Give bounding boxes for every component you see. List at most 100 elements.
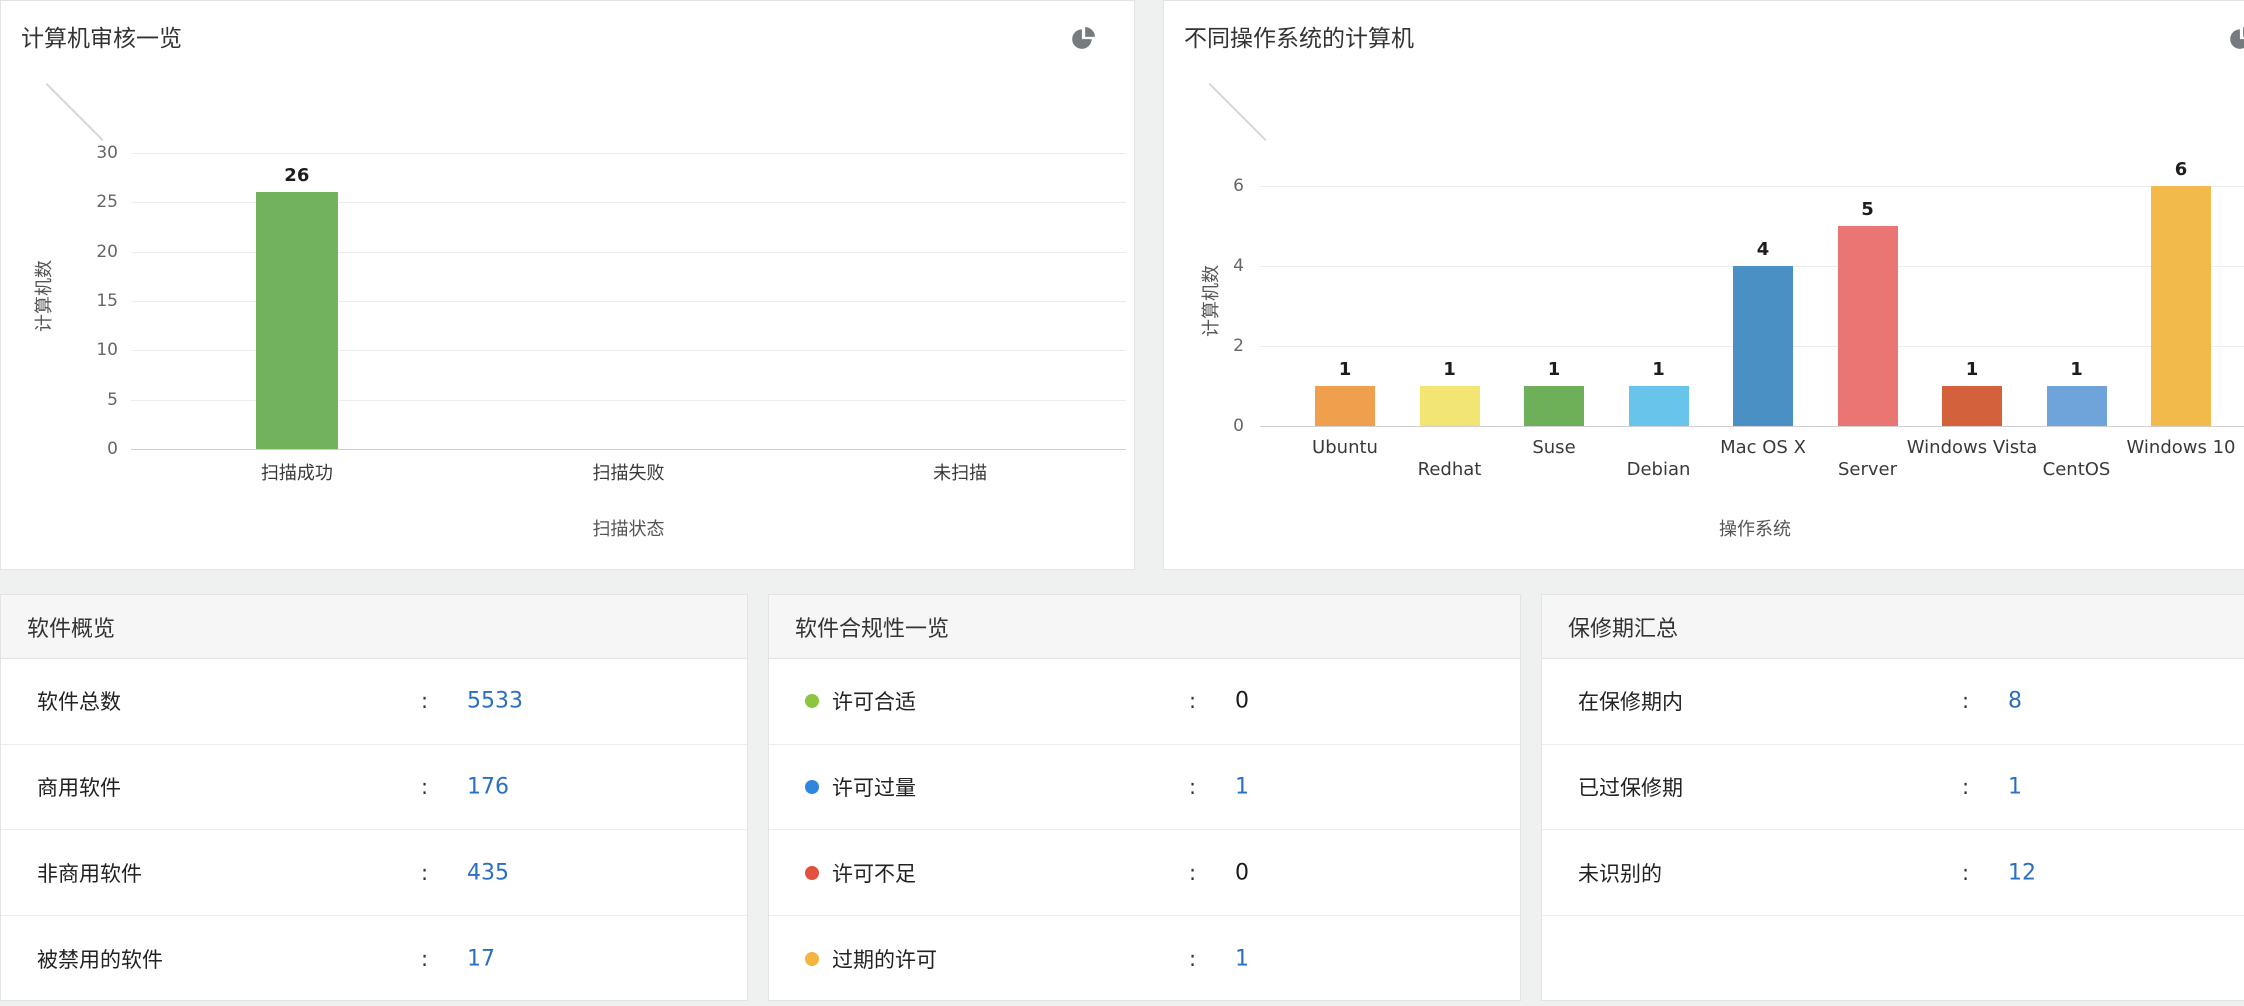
row-label: 许可过量 xyxy=(805,772,916,802)
bar-value-label: 6 xyxy=(2175,159,2188,180)
summary-rows: 在保修期内:8已过保修期:1未识别的:12 xyxy=(1542,659,2244,916)
category-label: 未扫描 xyxy=(933,459,987,485)
summary-row: 在保修期内:8 xyxy=(1542,659,2244,745)
bar-value-label: 1 xyxy=(1548,359,1561,380)
row-value: 0 xyxy=(1235,689,1249,714)
chart-bar[interactable] xyxy=(2047,386,2107,426)
colon-separator: : xyxy=(1962,689,1969,713)
status-dot-icon xyxy=(805,952,819,966)
y-tick-label: 25 xyxy=(48,191,118,213)
y-tick-label: 10 xyxy=(48,339,118,361)
summary-row: 许可合适: 0 xyxy=(769,659,1520,745)
y-tick-label: 15 xyxy=(48,290,118,312)
row-label: 已过保修期 xyxy=(1578,772,1683,802)
summary-row: 软件总数:5533 xyxy=(1,659,747,745)
category-label: 扫描失败 xyxy=(593,459,665,485)
summary-row: 被禁用的软件:17 xyxy=(1,916,747,1002)
row-value-link[interactable]: 176 xyxy=(467,775,509,800)
panel-title: 保修期汇总 xyxy=(1568,611,1678,643)
chart-bar[interactable] xyxy=(1524,386,1584,426)
row-label-text: 许可不足 xyxy=(832,858,916,888)
row-value-link[interactable]: 8 xyxy=(2008,689,2022,714)
row-label-text: 许可过量 xyxy=(832,772,916,802)
summary-row: 许可过量:1 xyxy=(769,745,1520,831)
summary-rows: 许可合适: 0 许可过量:1 许可不足: 0 过期的许可:1 xyxy=(769,659,1520,1002)
chart-bar[interactable] xyxy=(256,192,338,449)
chart-bar[interactable] xyxy=(1733,266,1793,426)
category-label: Redhat xyxy=(1418,459,1482,480)
chart-bar[interactable] xyxy=(1315,386,1375,426)
category-label: Mac OS X xyxy=(1720,437,1806,458)
y-tick-label: 0 xyxy=(48,438,118,460)
row-label: 许可合适 xyxy=(805,686,916,716)
chart-bar[interactable] xyxy=(2151,186,2211,426)
category-label: 扫描成功 xyxy=(261,459,333,485)
row-label: 未识别的 xyxy=(1578,858,1662,888)
widget-computer-audit: 计算机审核一览 051015202530计算机数扫描状态26扫描成功扫描失败未扫… xyxy=(0,0,1135,570)
row-label: 过期的许可 xyxy=(805,944,937,974)
colon-separator: : xyxy=(421,861,428,885)
bar-value-label: 1 xyxy=(1966,359,1979,380)
widget-software-overview: 软件概览 软件总数:5533商用软件:176非商用软件:435被禁用的软件:17 xyxy=(0,594,748,1001)
row-label-text: 过期的许可 xyxy=(832,944,937,974)
bar-value-label: 4 xyxy=(1757,239,1770,260)
x-axis-title: 操作系统 xyxy=(1719,515,1791,541)
row-value-link[interactable]: 435 xyxy=(467,860,509,885)
bar-value-label: 26 xyxy=(284,165,309,186)
y-axis-title: 计算机数 xyxy=(30,260,56,332)
y-tick-label: 0 xyxy=(1174,415,1244,437)
colon-separator: : xyxy=(1189,861,1196,885)
bar-value-label: 5 xyxy=(1861,199,1874,220)
bar-value-label: 1 xyxy=(2070,359,2083,380)
row-value-link[interactable]: 5533 xyxy=(467,689,523,714)
summary-row: 商用软件:176 xyxy=(1,745,747,831)
row-value-link[interactable]: 1 xyxy=(1235,946,1249,971)
row-label-text: 已过保修期 xyxy=(1578,772,1683,802)
summary-row: 过期的许可:1 xyxy=(769,916,1520,1002)
row-label: 非商用软件 xyxy=(37,858,142,888)
category-label: Windows 10 xyxy=(2127,437,2236,458)
row-label: 许可不足 xyxy=(805,858,916,888)
row-value-link[interactable]: 12 xyxy=(2008,860,2036,885)
bar-value-label: 1 xyxy=(1652,359,1665,380)
dashboard-page: { "colon": ":", "icons": { "panel_action… xyxy=(0,0,2244,1006)
chart-bar[interactable] xyxy=(1420,386,1480,426)
gridline xyxy=(131,449,1126,450)
status-dot-icon xyxy=(805,694,819,708)
y-axis-title: 计算机数 xyxy=(1197,265,1223,337)
row-value-link[interactable]: 1 xyxy=(2008,775,2022,800)
gridline xyxy=(131,153,1126,154)
bar-value-label: 1 xyxy=(1339,359,1352,380)
row-value: 0 xyxy=(1235,860,1249,885)
row-label: 被禁用的软件 xyxy=(37,944,163,974)
category-label: CentOS xyxy=(2043,459,2111,480)
colon-separator: : xyxy=(1962,775,1969,799)
category-label: Ubuntu xyxy=(1312,437,1378,458)
panel-header: 软件合规性一览 xyxy=(769,595,1520,659)
colon-separator: : xyxy=(421,775,428,799)
bar-chart-audit: 051015202530计算机数扫描状态26扫描成功扫描失败未扫描 xyxy=(1,1,1134,569)
category-label: Suse xyxy=(1532,437,1575,458)
bar-chart-os: 0246计算机数操作系统1Ubuntu1Redhat1Suse1Debian4M… xyxy=(1164,1,2244,569)
bar-value-label: 1 xyxy=(1443,359,1456,380)
chart-bar[interactable] xyxy=(1629,386,1689,426)
chart-bar[interactable] xyxy=(1942,386,2002,426)
colon-separator: : xyxy=(421,689,428,713)
gridline xyxy=(1260,186,2244,187)
colon-separator: : xyxy=(1189,689,1196,713)
summary-row: 非商用软件: 435 xyxy=(1,830,747,916)
chart-bar[interactable] xyxy=(1838,226,1898,426)
y-tick-label: 5 xyxy=(48,389,118,411)
y-tick-label: 6 xyxy=(1174,175,1244,197)
y-tick-label: 20 xyxy=(48,241,118,263)
row-value-link[interactable]: 17 xyxy=(467,946,495,971)
category-label: Server xyxy=(1838,459,1897,480)
status-dot-icon xyxy=(805,780,819,794)
category-label: Windows Vista xyxy=(1907,437,2037,458)
y-tick-label: 2 xyxy=(1174,335,1244,357)
summary-row: 已过保修期: 1 xyxy=(1542,745,2244,831)
row-value-link[interactable]: 1 xyxy=(1235,775,1249,800)
widget-warranty-summary: 保修期汇总 在保修期内:8已过保修期:1未识别的:12 xyxy=(1541,594,2244,1001)
panel-title: 软件合规性一览 xyxy=(795,611,949,643)
widget-computers-by-os: 不同操作系统的计算机 0246计算机数操作系统1Ubuntu1Redhat1Su… xyxy=(1163,0,2244,570)
